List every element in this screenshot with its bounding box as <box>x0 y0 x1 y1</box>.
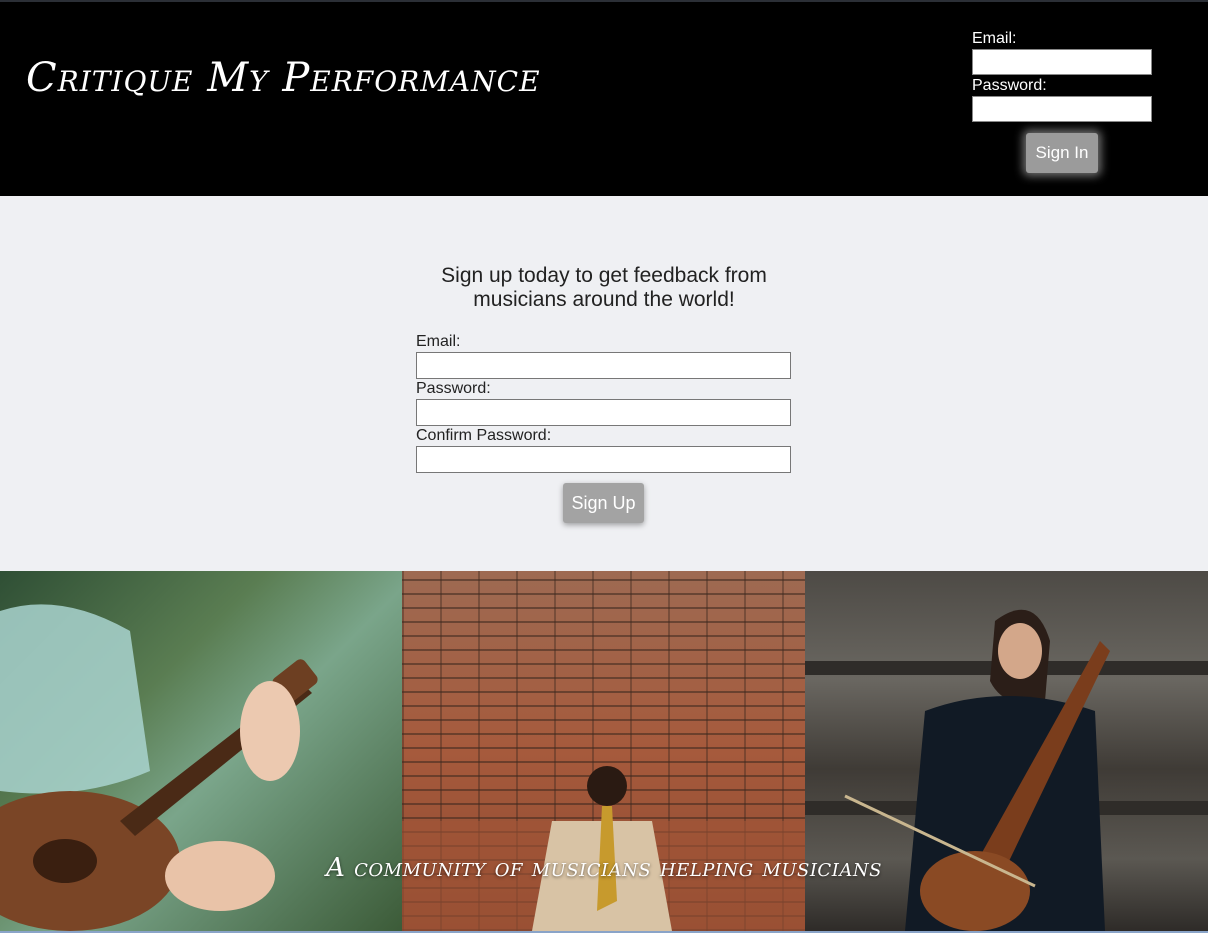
signup-email-label: Email: <box>416 333 461 350</box>
signin-password-input[interactable] <box>972 96 1152 122</box>
signin-password-label: Password: <box>972 77 1047 94</box>
signup-heading: Sign up today to get feedback from music… <box>441 264 767 311</box>
signin-email-label: Email: <box>972 30 1017 47</box>
site-header: Critique My Performance Email: Password:… <box>0 0 1208 196</box>
signup-confirm-password-input[interactable] <box>416 446 791 473</box>
signup-section: Sign up today to get feedback from music… <box>0 196 1208 571</box>
sign-in-button[interactable]: Sign In <box>1026 133 1098 173</box>
signup-confirm-password-label: Confirm Password: <box>416 427 552 444</box>
hero-photo-strip: A community of musicians helping musicia… <box>0 571 1208 933</box>
sign-up-button[interactable]: Sign Up <box>563 483 644 523</box>
signup-form: Email: Password: Confirm Password: <box>416 332 791 473</box>
signup-email-input[interactable] <box>416 352 791 379</box>
signin-email-input[interactable] <box>972 49 1152 75</box>
signup-password-label: Password: <box>416 380 491 397</box>
signup-password-input[interactable] <box>416 399 791 426</box>
hero-tagline: A community of musicians helping musicia… <box>326 853 882 883</box>
signin-form: Email: Password: <box>972 29 1152 123</box>
site-title: Critique My Performance <box>26 55 541 101</box>
